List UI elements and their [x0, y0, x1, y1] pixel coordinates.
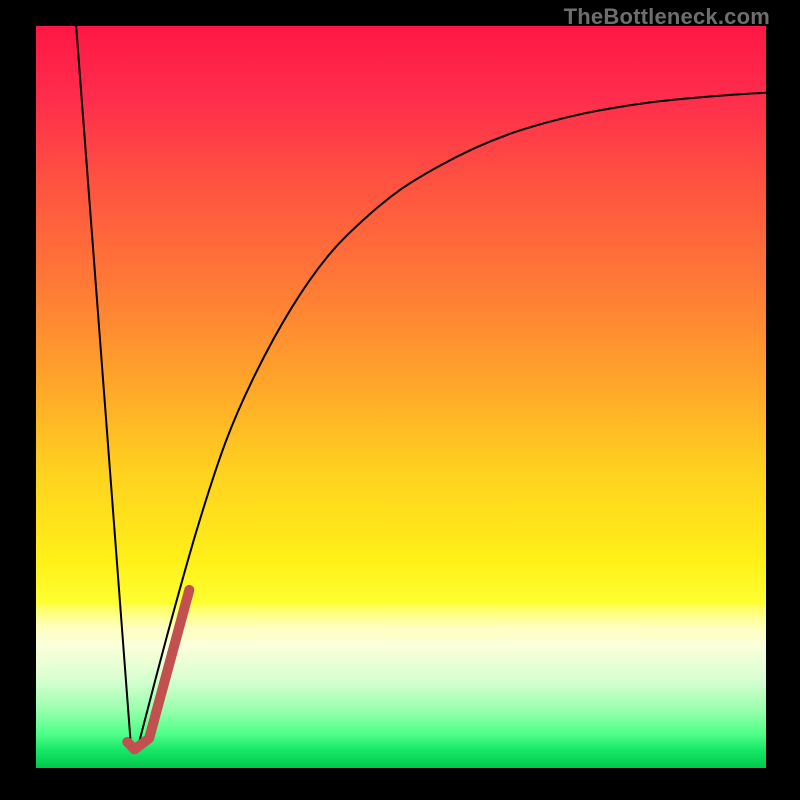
- chart-svg: [36, 26, 766, 768]
- chart-frame: TheBottleneck.com: [0, 0, 800, 800]
- watermark-text: TheBottleneck.com: [564, 4, 770, 30]
- gradient-background: [36, 26, 766, 768]
- plot-area: [36, 26, 766, 768]
- highlight-band: [36, 605, 766, 650]
